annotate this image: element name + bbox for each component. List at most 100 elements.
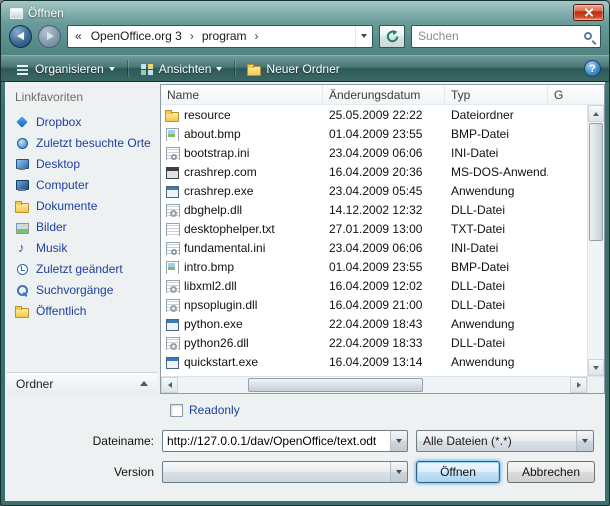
file-name: resource [184,108,231,122]
cancel-button[interactable]: Abbrechen [507,461,595,483]
folders-band[interactable]: Ordner [7,372,157,394]
image-file-icon [165,127,179,141]
window-title: Öffnen [28,6,64,20]
vertical-scroll-track[interactable] [588,242,604,359]
file-row[interactable]: crashrep.com16.04.2009 20:36MS-DOS-Anwen… [161,162,587,181]
msdos-app-icon [165,165,179,179]
breadcrumb-separator-icon[interactable]: › [252,29,262,43]
file-date: 16.04.2009 13:14 [323,355,445,369]
breadcrumb-separator-icon[interactable]: › [187,29,197,43]
scroll-left-button[interactable] [161,377,178,393]
search-input[interactable] [418,29,584,43]
file-row[interactable]: dbghelp.dll14.12.2002 12:32DLL-Datei [161,200,587,219]
vertical-scroll-thumb[interactable] [589,123,603,241]
file-name-cell: resource [161,108,323,122]
file-row[interactable]: fundamental.ini23.04.2009 06:06INI-Datei [161,238,587,257]
filetype-dropdown-button[interactable] [576,431,593,451]
scroll-right-button[interactable] [570,377,587,393]
file-type: Anwendung [445,184,548,198]
version-combo[interactable] [162,461,408,483]
file-row[interactable]: about.bmp01.04.2009 23:55BMP-Datei [161,124,587,143]
sidebar-item-musik[interactable]: Musik [13,237,155,258]
forward-button[interactable] [38,25,61,48]
sidebar-item-bilder[interactable]: Bilder [13,216,155,237]
sidebar-item-dokumente[interactable]: Dokumente [13,195,155,216]
file-row[interactable]: python.exe22.04.2009 18:43Anwendung [161,314,587,333]
scroll-down-button[interactable] [588,359,604,376]
horizontal-scrollbar[interactable] [161,376,604,393]
organize-label: Organisieren [35,62,104,76]
file-name-cell: fundamental.ini [161,241,323,255]
filename-dropdown-button[interactable] [390,431,407,451]
file-row[interactable]: libxml2.dll16.04.2009 12:02DLL-Datei [161,276,587,295]
file-name: quickstart.exe [184,355,258,369]
open-dialog-window: Öffnen «OpenOffice.org 3›program› [0,0,610,506]
column-header-typ[interactable]: Typ [445,85,548,104]
file-row[interactable]: python26.dll22.04.2009 18:33DLL-Datei [161,333,587,352]
file-date: 14.12.2002 12:32 [323,203,445,217]
folder-icon [165,108,179,122]
filename-combo[interactable] [162,430,408,452]
title-bar[interactable]: Öffnen [1,1,609,22]
search-box[interactable] [411,25,601,48]
filetype-combo[interactable]: Alle Dateien (*.*) [416,430,594,452]
column-header-nderungsdatum[interactable]: Änderungsdatum [323,85,445,104]
back-arrow-icon [17,32,24,40]
new-folder-button[interactable]: Neuer Ordner [240,59,346,79]
version-label: Version [13,465,162,479]
column-header-name[interactable]: Name [161,85,323,104]
folders-label: Ordner [16,377,53,391]
file-date: 16.04.2009 12:02 [323,279,445,293]
sidebar-item-dropbox[interactable]: Dropbox [13,111,155,132]
sidebar-item-zuletzt-ge-ndert[interactable]: Zuletzt geändert [13,258,155,279]
file-row[interactable]: npsoplugin.dll16.04.2009 21:00DLL-Datei [161,295,587,314]
file-rows: resource25.05.2009 22:22Dateiordnerabout… [161,105,587,376]
file-row[interactable]: resource25.05.2009 22:22Dateiordner [161,105,587,124]
open-button[interactable]: Öffnen [416,461,500,483]
horizontal-scroll-track[interactable] [178,377,570,393]
scroll-up-button[interactable] [588,105,604,122]
breadcrumb-overflow-icon[interactable]: « [71,29,86,43]
file-date: 22.04.2009 18:43 [323,317,445,331]
breadcrumb-item-openoffice-org-3[interactable]: OpenOffice.org 3 [86,29,187,43]
triangle-up-icon [593,112,599,116]
app-file-icon [165,317,179,331]
column-header-g[interactable]: G [548,85,604,104]
sidebar-item-label: Dropbox [36,115,81,129]
file-row[interactable]: bootstrap.ini23.04.2009 06:06INI-Datei [161,143,587,162]
breadcrumb-item-program[interactable]: program [197,29,252,43]
readonly-checkbox[interactable] [170,404,183,417]
favorites-header: Linkfavoriten [13,88,155,111]
horizontal-scroll-thumb[interactable] [248,378,423,392]
close-button[interactable] [573,4,604,21]
file-row[interactable]: crashrep.exe23.04.2009 05:45Anwendung [161,181,587,200]
close-icon [584,8,593,17]
vertical-scrollbar[interactable] [587,105,604,376]
breadcrumb[interactable]: «OpenOffice.org 3›program› [67,25,373,48]
file-type: Dateiordner [445,108,548,122]
filename-input[interactable] [163,434,390,448]
help-button[interactable]: ? [584,60,601,77]
refresh-button[interactable] [379,25,405,48]
back-button[interactable] [9,25,32,48]
file-name: dbghelp.dll [184,203,242,217]
file-row[interactable]: intro.bmp01.04.2009 23:55BMP-Datei [161,257,587,276]
filename-label: Dateiname: [13,434,162,448]
file-row[interactable]: desktophelper.txt27.01.2009 13:00TXT-Dat… [161,219,587,238]
chevron-down-icon [109,67,115,71]
sidebar-item-label: Dokumente [36,199,97,213]
filetype-value: Alle Dateien (*.*) [417,434,576,448]
sidebar-item-computer[interactable]: Computer [13,174,155,195]
refresh-icon [386,30,399,43]
sidebar-item-ffentlich[interactable]: Öffentlich [13,300,155,321]
version-dropdown-button[interactable] [390,462,407,482]
organize-button[interactable]: Organisieren [9,59,122,79]
sidebar-item-suchvorg-nge[interactable]: Suchvorgänge [13,279,155,300]
sidebar-item-zuletzt-besuchte-orte[interactable]: Zuletzt besuchte Orte [13,132,155,153]
chevron-down-icon [396,439,402,443]
sidebar-item-desktop[interactable]: Desktop [13,153,155,174]
file-row[interactable]: quickstart.exe16.04.2009 13:14Anwendung [161,352,587,371]
views-icon [140,62,154,76]
breadcrumb-dropdown-button[interactable] [355,26,372,47]
views-button[interactable]: Ansichten [133,59,230,79]
